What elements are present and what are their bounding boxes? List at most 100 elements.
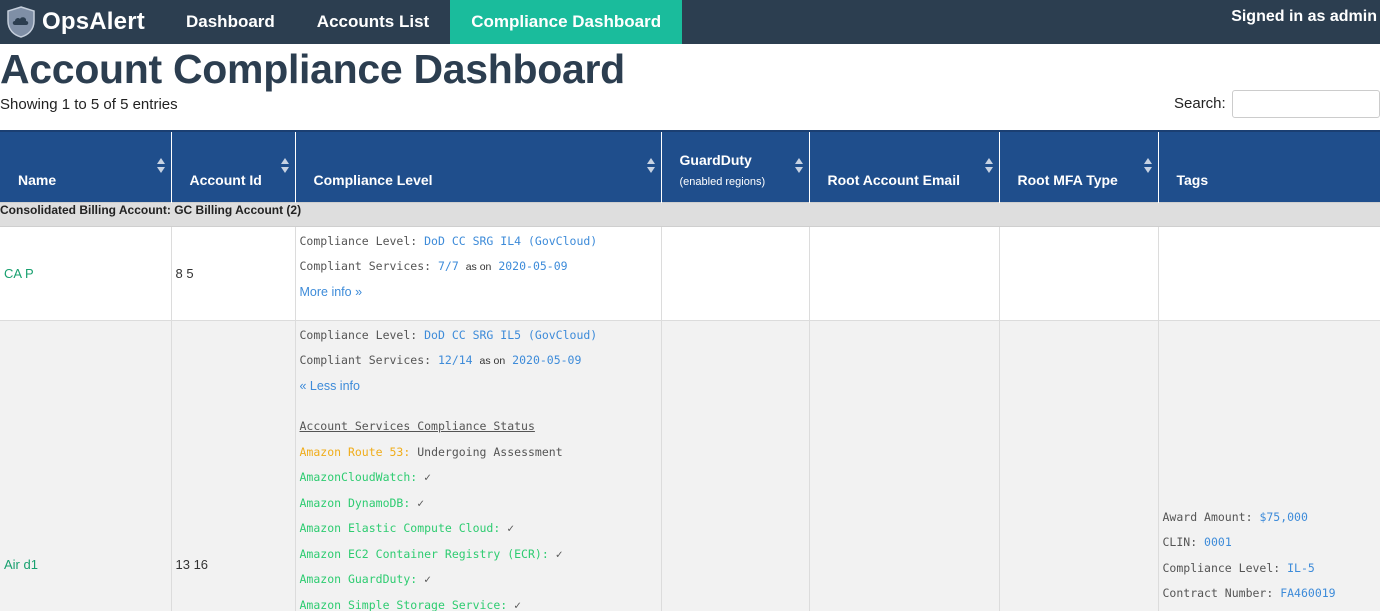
sort-icon[interactable]: [280, 158, 289, 176]
service-name: Amazon GuardDuty:: [299, 572, 418, 586]
service-name: Amazon Route 53:: [299, 444, 411, 459]
service-name: Amazon DynamoDB:: [299, 495, 411, 510]
compliance-level-label: Compliance Level:: [299, 327, 425, 342]
service-status-item: AmazonCloudWatch: ✓: [300, 467, 661, 493]
column-header-root-mfa-type[interactable]: Root MFA Type: [998, 130, 1158, 202]
compliance-level-cell: Compliance Level: DoD CC SRG IL5 (GovClo…: [294, 320, 661, 611]
tag-key: Award Amount:: [1162, 509, 1260, 524]
root-mfa-cell: [998, 226, 1158, 321]
account-id: 8 5: [175, 265, 194, 281]
account-name-link[interactable]: CA P: [0, 266, 34, 281]
tag-value: 0001: [1204, 535, 1232, 549]
compliance-level-label: Compliance Level:: [299, 233, 425, 248]
sort-icon[interactable]: [1143, 158, 1152, 176]
column-header-root-account-email[interactable]: Root Account Email: [808, 130, 999, 202]
column-header-label: Name: [18, 171, 57, 188]
tags-cell: [1157, 226, 1380, 321]
top-navbar: OpsAlert Dashboard Accounts List Complia…: [0, 0, 1380, 44]
name-cell: Air d1: [0, 320, 171, 611]
compliance-level-value: DoD CC SRG IL4 (GovCloud): [424, 233, 598, 248]
brand[interactable]: OpsAlert: [0, 0, 165, 44]
column-header-compliance-level[interactable]: Compliance Level: [294, 130, 661, 202]
tag-value: $75,000: [1259, 509, 1308, 524]
compliant-services-value: 7/7: [437, 259, 459, 273]
page-title: Account Compliance Dashboard: [0, 46, 625, 92]
service-name: Amazon Elastic Compute Cloud:: [299, 521, 501, 535]
account-id: 13 16: [175, 556, 209, 572]
column-header-account-id[interactable]: Account Id: [170, 130, 295, 202]
root-email-cell: [808, 320, 999, 611]
column-header-label: GuardDuty: [679, 151, 752, 168]
check-icon: ✓: [514, 597, 522, 611]
sort-icon[interactable]: [794, 158, 803, 176]
column-header-guardduty[interactable]: GuardDuty (enabled regions): [660, 130, 809, 202]
tag-item: CLIN: 0001: [1163, 532, 1336, 558]
service-status: Undergoing Assessment: [417, 444, 563, 459]
compliance-level-line: Compliance Level: DoD CC SRG IL5 (GovClo…: [300, 325, 661, 351]
compliant-services-line: Compliant Services: 7/7 as on 2020-05-09: [300, 256, 661, 282]
column-header-label: Compliance Level: [313, 171, 433, 188]
table-row: Air d1 13 16 Compliance Level: DoD CC SR…: [0, 320, 1380, 611]
sort-icon[interactable]: [984, 158, 993, 176]
compliance-date: 2020-05-09: [498, 259, 568, 273]
compliance-table: Name Account Id Compliance Level GuardDu…: [0, 130, 1380, 611]
group-label: Consolidated Billing Account: GC Billing…: [0, 201, 1380, 227]
check-icon: ✓: [507, 521, 515, 535]
service-status-item: Amazon Simple Storage Service: ✓: [300, 595, 661, 611]
tag-item: Contract Number: FA460019: [1163, 583, 1336, 609]
compliant-services-label: Compliant Services:: [299, 259, 438, 273]
account-name-link[interactable]: Air d1: [0, 557, 38, 572]
tags-cell: Award Amount: $75,000 CLIN: 0001 Complia…: [1157, 320, 1380, 611]
name-cell: CA P: [0, 226, 171, 321]
check-icon: ✓: [555, 546, 563, 561]
tag-value: IL-5: [1287, 560, 1315, 575]
column-header-tags[interactable]: Tags: [1157, 130, 1380, 202]
entries-info: Showing 1 to 5 of 5 entries: [0, 96, 178, 113]
compliant-services-label: Compliant Services:: [299, 353, 438, 367]
signed-in-user[interactable]: Signed in as admin: [1231, 0, 1377, 34]
nav-compliance-dashboard[interactable]: Compliance Dashboard: [450, 0, 683, 44]
shield-cloud-logo-icon: [7, 6, 35, 38]
less-info-link[interactable]: « Less info: [300, 379, 360, 393]
service-name: Amazon EC2 Container Registry (ECR):: [299, 546, 549, 561]
account-id-cell: 13 16: [170, 320, 295, 611]
table-row: CA P 8 5 Compliance Level: DoD CC SRG IL…: [0, 226, 1380, 321]
tag-item: Award Amount: $75,000: [1163, 507, 1336, 533]
nav-accounts-list[interactable]: Accounts List: [296, 0, 450, 44]
compliance-level-line: Compliance Level: DoD CC SRG IL4 (GovClo…: [300, 231, 661, 257]
tag-key: Compliance Level:: [1162, 560, 1288, 575]
sort-icon[interactable]: [156, 158, 165, 176]
root-mfa-cell: [998, 320, 1158, 611]
guardduty-cell: [660, 320, 809, 611]
more-info-link[interactable]: More info »: [300, 285, 363, 299]
check-icon: ✓: [417, 495, 425, 510]
compliant-services-line: Compliant Services: 12/14 as on 2020-05-…: [300, 350, 661, 376]
group-row: Consolidated Billing Account: GC Billing…: [0, 201, 1380, 227]
service-status-item: Amazon DynamoDB: ✓: [300, 493, 661, 519]
as-on-label: as on: [465, 261, 492, 273]
tag-item: Compliance Level: IL-5: [1163, 558, 1336, 584]
check-icon: ✓: [424, 572, 432, 586]
compliance-table-wrapper: Name Account Id Compliance Level GuardDu…: [0, 130, 1380, 611]
search-input[interactable]: [1232, 90, 1380, 118]
sort-icon[interactable]: [646, 158, 655, 176]
column-header-label: Account Id: [189, 171, 262, 188]
column-header-name[interactable]: Name: [0, 130, 171, 202]
nav-dashboard[interactable]: Dashboard: [165, 0, 296, 44]
service-name: Amazon Simple Storage Service:: [299, 597, 508, 611]
compliance-level-value: DoD CC SRG IL5 (GovCloud): [424, 327, 598, 342]
column-header-label: Tags: [1176, 171, 1209, 188]
search-label: Search:: [1174, 95, 1226, 112]
brand-name: OpsAlert: [42, 8, 145, 35]
compliant-services-value: 12/14: [437, 353, 473, 367]
service-name: AmazonCloudWatch:: [299, 470, 418, 484]
compliance-level-cell: Compliance Level: DoD CC SRG IL4 (GovClo…: [294, 226, 661, 321]
column-header-sublabel: (enabled regions): [679, 175, 766, 188]
tag-value: FA460019: [1280, 586, 1336, 600]
services-status-heading: Account Services Compliance Status: [299, 419, 535, 433]
table-header-row: Name Account Id Compliance Level GuardDu…: [0, 130, 1380, 202]
guardduty-cell: [660, 226, 809, 321]
column-header-label: Root MFA Type: [1017, 171, 1118, 188]
as-on-label: as on: [479, 355, 506, 367]
check-icon: ✓: [424, 470, 432, 484]
